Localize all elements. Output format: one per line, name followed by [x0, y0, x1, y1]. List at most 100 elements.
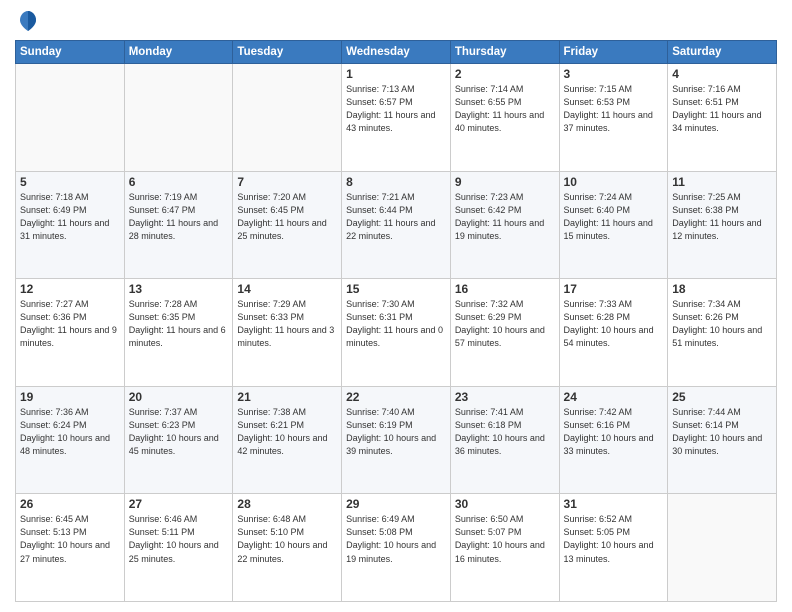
day-number: 26 [20, 497, 120, 511]
day-number: 6 [129, 175, 229, 189]
day-info: Sunrise: 7:37 AM Sunset: 6:23 PM Dayligh… [129, 406, 229, 458]
page: SundayMondayTuesdayWednesdayThursdayFrid… [0, 0, 792, 612]
day-number: 2 [455, 67, 555, 81]
calendar-body: 1Sunrise: 7:13 AM Sunset: 6:57 PM Daylig… [16, 64, 777, 602]
calendar-cell: 5Sunrise: 7:18 AM Sunset: 6:49 PM Daylig… [16, 171, 125, 279]
day-number: 11 [672, 175, 772, 189]
calendar-week-row: 12 Sunrise: 7:27 AM Sunset: 6:36 PM Dayli… [16, 279, 777, 387]
day-info: Sunrise: 6:50 AM Sunset: 5:07 PM Dayligh… [455, 513, 555, 565]
day-number: 10 [564, 175, 664, 189]
day-number: 12 [20, 282, 120, 296]
day-info: Sunrise: 7:30 AM Sunset: 6:31 PM Dayligh… [346, 298, 446, 350]
calendar-table: SundayMondayTuesdayWednesdayThursdayFrid… [15, 40, 777, 602]
day-number: 24 [564, 390, 664, 404]
day-number: 19 [20, 390, 120, 404]
day-info: Sunrise: 7:13 AM Sunset: 6:57 PM Dayligh… [346, 83, 446, 135]
day-info: Sunrise: 7:32 AM Sunset: 6:29 PM Dayligh… [455, 298, 555, 350]
calendar-cell [16, 64, 125, 172]
calendar-cell [668, 494, 777, 602]
calendar-cell: 13 Sunrise: 7:28 AM Sunset: 6:35 PM Dayli… [124, 279, 233, 387]
calendar-cell: 31 Sunrise: 6:52 AM Sunset: 5:05 PM Dayli… [559, 494, 668, 602]
calendar-cell: 12 Sunrise: 7:27 AM Sunset: 6:36 PM Dayli… [16, 279, 125, 387]
column-header-friday: Friday [559, 41, 668, 64]
day-number: 22 [346, 390, 446, 404]
calendar-week-row: 26 Sunrise: 6:45 AM Sunset: 5:13 PM Dayli… [16, 494, 777, 602]
day-info: Sunrise: 7:41 AM Sunset: 6:18 PM Dayligh… [455, 406, 555, 458]
day-number: 7 [237, 175, 337, 189]
day-info: Sunrise: 7:28 AM Sunset: 6:35 PM Dayligh… [129, 298, 229, 350]
day-number: 13 [129, 282, 229, 296]
day-info: Sunrise: 7:42 AM Sunset: 6:16 PM Dayligh… [564, 406, 664, 458]
day-info: Sunrise: 7:16 AM Sunset: 6:51 PM Dayligh… [672, 83, 772, 135]
day-number: 17 [564, 282, 664, 296]
day-number: 29 [346, 497, 446, 511]
calendar-cell: 28 Sunrise: 6:48 AM Sunset: 5:10 PM Dayli… [233, 494, 342, 602]
column-header-wednesday: Wednesday [342, 41, 451, 64]
day-number: 9 [455, 175, 555, 189]
calendar-cell [233, 64, 342, 172]
calendar-cell: 18 Sunrise: 7:34 AM Sunset: 6:26 PM Dayli… [668, 279, 777, 387]
day-number: 15 [346, 282, 446, 296]
calendar-cell: 3 Sunrise: 7:15 AM Sunset: 6:53 PM Daylig… [559, 64, 668, 172]
calendar-cell: 17Sunrise: 7:33 AM Sunset: 6:28 PM Dayli… [559, 279, 668, 387]
day-number: 31 [564, 497, 664, 511]
day-info: Sunrise: 7:44 AM Sunset: 6:14 PM Dayligh… [672, 406, 772, 458]
calendar-cell: 30 Sunrise: 6:50 AM Sunset: 5:07 PM Dayli… [450, 494, 559, 602]
day-info: Sunrise: 6:45 AM Sunset: 5:13 PM Dayligh… [20, 513, 120, 565]
calendar-cell: 25 Sunrise: 7:44 AM Sunset: 6:14 PM Dayli… [668, 386, 777, 494]
calendar-cell: 7 Sunrise: 7:20 AM Sunset: 6:45 PM Daylig… [233, 171, 342, 279]
day-info: Sunrise: 6:48 AM Sunset: 5:10 PM Dayligh… [237, 513, 337, 565]
day-info: Sunrise: 7:36 AM Sunset: 6:24 PM Dayligh… [20, 406, 120, 458]
column-header-thursday: Thursday [450, 41, 559, 64]
day-info: Sunrise: 7:25 AM Sunset: 6:38 PM Dayligh… [672, 191, 772, 243]
column-header-tuesday: Tuesday [233, 41, 342, 64]
calendar-cell: 14Sunrise: 7:29 AM Sunset: 6:33 PM Dayli… [233, 279, 342, 387]
day-number: 20 [129, 390, 229, 404]
calendar-cell: 11 Sunrise: 7:25 AM Sunset: 6:38 PM Dayli… [668, 171, 777, 279]
calendar-cell: 1Sunrise: 7:13 AM Sunset: 6:57 PM Daylig… [342, 64, 451, 172]
day-number: 30 [455, 497, 555, 511]
calendar-cell: 10 Sunrise: 7:24 AM Sunset: 6:40 PM Dayli… [559, 171, 668, 279]
day-info: Sunrise: 7:14 AM Sunset: 6:55 PM Dayligh… [455, 83, 555, 135]
day-info: Sunrise: 7:24 AM Sunset: 6:40 PM Dayligh… [564, 191, 664, 243]
day-number: 3 [564, 67, 664, 81]
calendar-cell: 4Sunrise: 7:16 AM Sunset: 6:51 PM Daylig… [668, 64, 777, 172]
calendar-cell: 9 Sunrise: 7:23 AM Sunset: 6:42 PM Daylig… [450, 171, 559, 279]
calendar-cell: 20 Sunrise: 7:37 AM Sunset: 6:23 PM Dayli… [124, 386, 233, 494]
day-info: Sunrise: 7:40 AM Sunset: 6:19 PM Dayligh… [346, 406, 446, 458]
day-number: 28 [237, 497, 337, 511]
column-header-monday: Monday [124, 41, 233, 64]
calendar-header-row: SundayMondayTuesdayWednesdayThursdayFrid… [16, 41, 777, 64]
calendar-week-row: 5Sunrise: 7:18 AM Sunset: 6:49 PM Daylig… [16, 171, 777, 279]
day-info: Sunrise: 7:27 AM Sunset: 6:36 PM Dayligh… [20, 298, 120, 350]
day-info: Sunrise: 6:49 AM Sunset: 5:08 PM Dayligh… [346, 513, 446, 565]
calendar-cell: 24 Sunrise: 7:42 AM Sunset: 6:16 PM Dayli… [559, 386, 668, 494]
column-header-saturday: Saturday [668, 41, 777, 64]
calendar-cell: 15 Sunrise: 7:30 AM Sunset: 6:31 PM Dayli… [342, 279, 451, 387]
calendar-cell: 8 Sunrise: 7:21 AM Sunset: 6:44 PM Daylig… [342, 171, 451, 279]
day-number: 23 [455, 390, 555, 404]
day-info: Sunrise: 7:18 AM Sunset: 6:49 PM Dayligh… [20, 191, 120, 243]
day-number: 27 [129, 497, 229, 511]
day-info: Sunrise: 7:19 AM Sunset: 6:47 PM Dayligh… [129, 191, 229, 243]
day-number: 25 [672, 390, 772, 404]
day-number: 18 [672, 282, 772, 296]
day-info: Sunrise: 7:23 AM Sunset: 6:42 PM Dayligh… [455, 191, 555, 243]
day-info: Sunrise: 6:52 AM Sunset: 5:05 PM Dayligh… [564, 513, 664, 565]
day-info: Sunrise: 7:15 AM Sunset: 6:53 PM Dayligh… [564, 83, 664, 135]
day-info: Sunrise: 7:34 AM Sunset: 6:26 PM Dayligh… [672, 298, 772, 350]
logo-icon [19, 10, 37, 32]
logo [15, 10, 37, 32]
header [15, 10, 777, 32]
calendar-cell: 22 Sunrise: 7:40 AM Sunset: 6:19 PM Dayli… [342, 386, 451, 494]
column-header-sunday: Sunday [16, 41, 125, 64]
day-number: 8 [346, 175, 446, 189]
day-info: Sunrise: 7:20 AM Sunset: 6:45 PM Dayligh… [237, 191, 337, 243]
calendar-cell: 2 Sunrise: 7:14 AM Sunset: 6:55 PM Daylig… [450, 64, 559, 172]
day-number: 16 [455, 282, 555, 296]
calendar-week-row: 1Sunrise: 7:13 AM Sunset: 6:57 PM Daylig… [16, 64, 777, 172]
calendar-week-row: 19 Sunrise: 7:36 AM Sunset: 6:24 PM Dayli… [16, 386, 777, 494]
calendar-cell: 21Sunrise: 7:38 AM Sunset: 6:21 PM Dayli… [233, 386, 342, 494]
day-info: Sunrise: 7:21 AM Sunset: 6:44 PM Dayligh… [346, 191, 446, 243]
calendar-cell [124, 64, 233, 172]
